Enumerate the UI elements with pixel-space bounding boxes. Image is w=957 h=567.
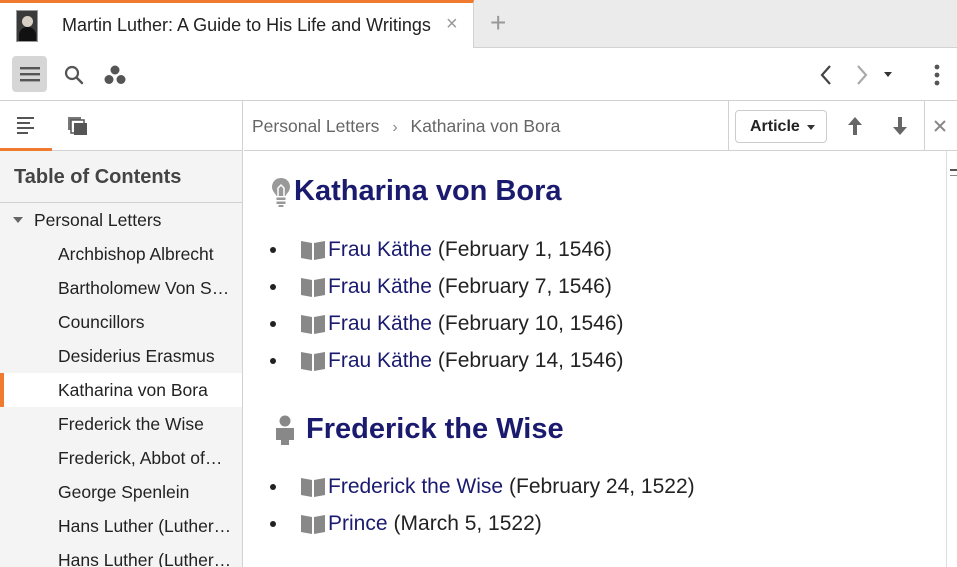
history-dropdown-icon <box>884 72 892 77</box>
menu-button[interactable] <box>12 56 47 92</box>
history-dropdown[interactable] <box>880 66 896 82</box>
letter-date: (February 24, 1522) <box>509 475 695 498</box>
scrollbar[interactable] <box>946 151 957 567</box>
next-section-button[interactable] <box>889 114 911 138</box>
letter-link[interactable]: Frau Käthe <box>328 238 432 262</box>
letter-link[interactable]: Prince <box>328 512 388 536</box>
tab-bar: Martin Luther: A Guide to His Life and W… <box>0 0 957 48</box>
arrow-down-icon <box>893 117 907 135</box>
letter-link[interactable]: Frau Käthe <box>328 349 432 373</box>
book-icon <box>301 478 325 497</box>
article-content: Katharina von Bora Frau Käthe (February … <box>244 151 946 567</box>
letter-link[interactable]: Frederick the Wise <box>328 475 503 499</box>
letter-date: (March 5, 1522) <box>393 512 542 535</box>
panel-tabs <box>0 101 242 151</box>
toolbar <box>0 48 957 101</box>
view-select[interactable]: Article <box>735 110 827 143</box>
bullet <box>270 247 276 253</box>
search-button[interactable] <box>62 63 86 87</box>
tab-pages[interactable] <box>52 101 104 151</box>
section-title-text: Frederick the Wise <box>306 413 564 445</box>
tab-table-of-contents[interactable] <box>0 101 52 151</box>
bullet <box>270 484 276 490</box>
table-of-contents-panel: Table of Contents Personal Letters Archb… <box>0 101 243 567</box>
lightbulb-icon <box>272 177 290 207</box>
breadcrumb-separator: › <box>392 119 398 136</box>
letter-date: (February 10, 1546) <box>437 312 624 335</box>
tab-close-icon[interactable]: × <box>446 14 458 34</box>
section-title-text: Katharina von Bora <box>294 175 562 207</box>
toc-item[interactable]: George Spenlein <box>0 475 242 509</box>
letter-date: (February 1, 1546) <box>437 238 612 261</box>
list-item: Frau Käthe (February 1, 1546) <box>270 233 612 267</box>
list-item: Frau Käthe (February 14, 1546) <box>270 344 624 378</box>
toc-list-icon <box>17 116 34 134</box>
letter-link[interactable]: Frau Käthe <box>328 312 432 336</box>
bullet <box>270 321 276 327</box>
header-divider <box>728 101 729 151</box>
toc-item[interactable]: Hans Luther (Luther… <box>0 509 242 543</box>
list-item: Frau Käthe (February 10, 1546) <box>270 307 624 341</box>
close-icon <box>934 120 946 132</box>
person-icon <box>276 415 294 445</box>
section-frederick-the-wise: Frederick the Wise <box>270 413 564 446</box>
section-katharina-von-bora: Katharina von Bora <box>270 175 562 208</box>
section-title: Frederick the Wise <box>270 413 564 446</box>
book-cover-thumbnail <box>16 9 38 42</box>
book-icon <box>301 315 325 334</box>
back-button[interactable] <box>814 62 838 88</box>
list-item: Frau Käthe (February 7, 1546) <box>270 270 612 304</box>
bullet <box>270 284 276 290</box>
book-icon <box>301 241 325 260</box>
back-icon <box>820 65 831 85</box>
toc-item[interactable]: Bartholomew Von S… <box>0 271 242 305</box>
cluster-icon <box>104 65 126 84</box>
new-tab-icon[interactable]: + <box>490 9 506 37</box>
document-tab[interactable]: Martin Luther: A Guide to His Life and W… <box>0 0 474 48</box>
toc-item-active[interactable]: Katharina von Bora <box>0 373 242 407</box>
toc-item[interactable]: Frederick the Wise <box>0 407 242 441</box>
pages-icon <box>68 117 87 135</box>
previous-section-button[interactable] <box>844 114 866 138</box>
book-icon <box>301 352 325 371</box>
content-header: Personal Letters › Katharina von Bora Ar… <box>244 101 957 151</box>
letter-link[interactable]: Frau Käthe <box>328 275 432 299</box>
toc-item[interactable]: Councillors <box>0 305 242 339</box>
related-button[interactable] <box>102 63 128 87</box>
list-item: Frederick the Wise (February 24, 1522) <box>270 470 695 504</box>
forward-icon <box>857 65 868 85</box>
toc-list: Personal Letters Archbishop Albrecht Bar… <box>0 203 242 567</box>
list-item: Prince (March 5, 1522) <box>270 507 542 541</box>
breadcrumb: Personal Letters › Katharina von Bora <box>252 116 560 137</box>
book-icon <box>301 515 325 534</box>
header-divider <box>924 101 925 151</box>
menu-icon <box>19 67 40 82</box>
arrow-up-icon <box>848 117 862 135</box>
chevron-down-icon <box>807 125 815 130</box>
bullet <box>270 521 276 527</box>
view-select-value: Article <box>750 117 800 135</box>
section-title: Katharina von Bora <box>270 175 562 208</box>
toc-item[interactable]: Archbishop Albrecht <box>0 237 242 271</box>
close-panel-button[interactable] <box>930 116 950 136</box>
toc-item[interactable]: Hans Luther (Luther… <box>0 543 242 567</box>
tab-title: Martin Luther: A Guide to His Life and W… <box>62 15 431 35</box>
toc-item[interactable]: Desiderius Erasmus <box>0 339 242 373</box>
search-icon <box>64 65 84 85</box>
toc-item[interactable]: Frederick, Abbot of… <box>0 441 242 475</box>
breadcrumb-personal-letters[interactable]: Personal Letters <box>252 116 379 136</box>
toc-item-personal-letters[interactable]: Personal Letters <box>0 203 242 237</box>
letter-date: (February 7, 1546) <box>437 275 612 298</box>
breadcrumb-current[interactable]: Katharina von Bora <box>411 116 561 136</box>
more-button[interactable] <box>926 62 948 88</box>
toc-heading: Table of Contents <box>0 151 242 203</box>
book-icon <box>301 278 325 297</box>
bullet <box>270 358 276 364</box>
letter-date: (February 14, 1546) <box>437 349 624 372</box>
more-icon <box>934 64 940 86</box>
forward-button[interactable] <box>850 62 874 88</box>
